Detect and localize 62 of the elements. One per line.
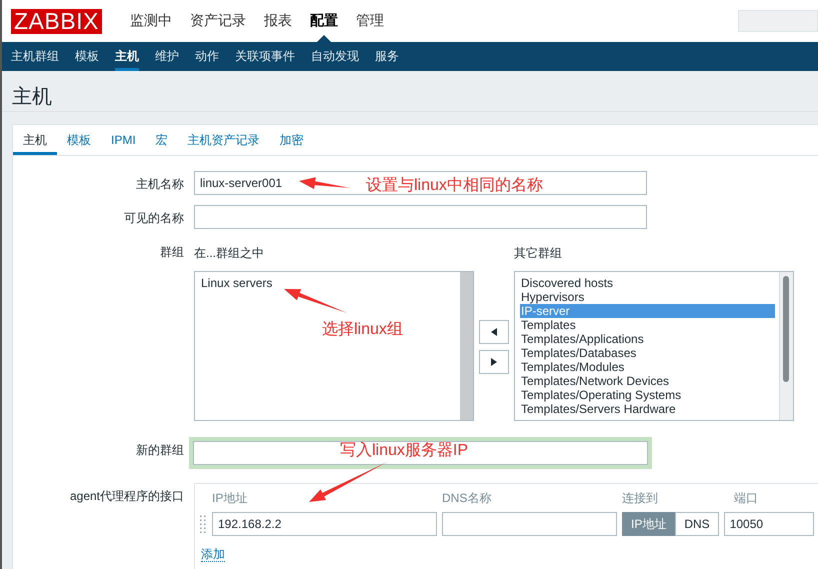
move-right-button[interactable] [479,350,509,374]
subnav-item[interactable]: 自动发现 [303,42,367,71]
tab[interactable]: 加密 [270,125,314,155]
subnav-item[interactable]: 模板 [67,42,107,71]
nav-item[interactable]: 报表 [254,0,301,42]
move-left-button[interactable] [479,320,509,344]
list-item[interactable]: Linux servers [200,276,274,290]
annotation-text: 设置与linux中相同的名称 [366,176,543,196]
field-label: 可见的名称 [123,210,184,227]
subnav-item[interactable]: 维护 [147,42,187,71]
subnav-item[interactable]: 主机 [115,42,139,71]
annotation-arrow [284,289,347,313]
nav-item[interactable]: 资产记录 [180,0,255,42]
right-triangle-icon [491,358,497,366]
column-header: 端口 [734,490,759,507]
dns-field[interactable] [442,512,617,536]
list-item[interactable]: Templates [520,318,775,332]
visible-name-field[interactable] [194,205,647,229]
tab[interactable]: 主机资产记录 [178,125,270,155]
subnav-item[interactable]: 主机群组 [3,42,67,71]
annotation-arrow [299,177,350,190]
search-field[interactable] [738,10,818,32]
list-item[interactable]: Templates/Operating Systems [520,388,775,402]
tab[interactable]: IPMI [101,125,146,155]
tab[interactable]: 宏 [146,125,178,155]
list-item[interactable]: Templates/Network Devices [520,374,775,388]
annotation-text: 选择linux组 [322,320,403,340]
list-item[interactable]: Discovered hosts [520,276,775,290]
list-item[interactable]: Templates/Modules [520,360,775,374]
list-title: 其它群组 [514,246,562,260]
list-item[interactable]: Templates/Servers Hardware [520,402,775,416]
scrollbar[interactable] [460,272,473,420]
nav-item[interactable]: 管理 [346,0,393,42]
field-label: 群组 [159,244,184,261]
left-triangle-icon [491,328,497,336]
port-field[interactable]: 10050 [724,512,814,536]
ip-field[interactable]: 192.168.2.2 [212,512,437,536]
column-header: 连接到 [622,490,659,507]
subnav-item[interactable]: 关联项事件 [227,42,303,71]
scrollbar[interactable] [779,272,793,420]
list-item[interactable]: Hypervisors [520,290,775,304]
field-label: agent代理程序的接口 [68,488,184,505]
drag-handle-icon[interactable] [199,515,207,533]
toggle-button[interactable]: DNS [675,512,719,536]
page-title: 主机 [2,71,818,112]
list-item[interactable]: Templates/Databases [520,346,775,360]
tab[interactable]: 模板 [57,125,101,155]
field-label: 主机名称 [135,176,184,193]
column-header: DNS名称 [442,490,492,507]
field-label: 新的群组 [135,442,184,459]
subnav-item[interactable]: 动作 [187,42,227,71]
add-link[interactable]: 添加 [201,547,225,562]
list-title: 在...群组之中 [194,246,264,260]
tab[interactable]: 主机 [13,125,57,155]
list-box[interactable]: Discovered hosts Hypervisors IP-server Templates Templates/Applications Templates/Databases Templates/Modules Templates/Network Devices Templates/Operating Systems Templates/Servers Hardware [514,271,794,421]
nav-item[interactable]: 监测中 [120,0,181,42]
new-group-field[interactable] [189,437,652,469]
annotation-text: 写入linux服务器IP [340,440,468,461]
list-item[interactable]: Templates/Applications [520,332,775,346]
subnav-item[interactable]: 服务 [367,42,407,71]
column-header: IP地址 [212,490,248,507]
logo: ZABBIX [11,8,102,34]
